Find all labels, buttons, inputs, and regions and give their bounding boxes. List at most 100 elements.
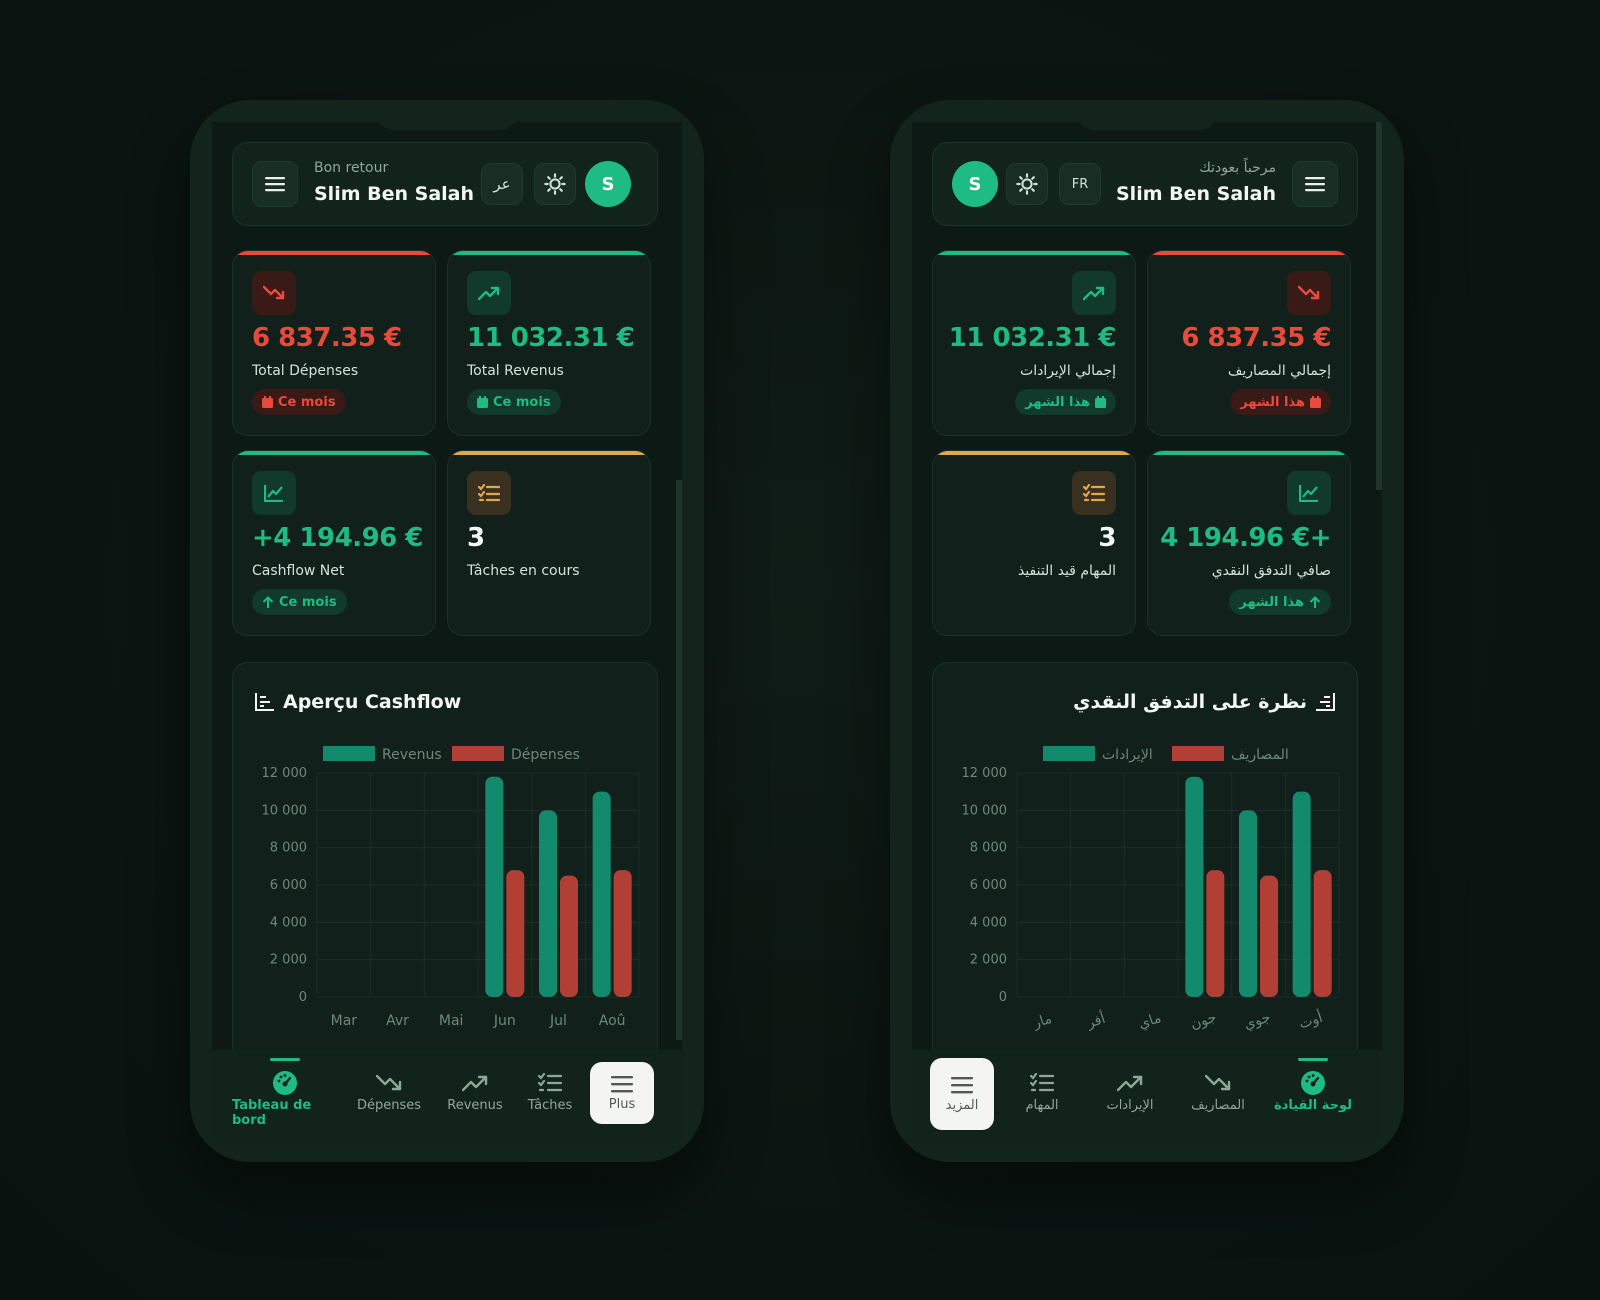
period-badge: Ce mois (252, 389, 346, 415)
calendar-icon (262, 396, 273, 408)
nav-item-tasks[interactable]: المهام (1012, 1068, 1072, 1132)
chart-title: نظرة على التدفق النقدي (1073, 691, 1335, 713)
cashflow-card[interactable]: +4 194.96 € Cashflow Net Ce mois (232, 450, 436, 636)
sun-icon (1016, 173, 1038, 195)
x-tick-label: جون (1189, 1010, 1219, 1033)
app-header: Bon retour Slim Ben Salah عر S (232, 142, 658, 226)
revenue-value: 11 032.31 € (948, 323, 1117, 353)
nav-item-dashboard[interactable]: Tableau de bord (232, 1058, 338, 1132)
scrollbar[interactable] (1376, 122, 1382, 490)
legend-swatch (452, 746, 504, 761)
period-badge-label: هذا الشهر (1025, 394, 1090, 410)
expenses-value: 6 837.35 € (1181, 323, 1331, 353)
bar-chart-icon (1316, 693, 1335, 711)
hamburger-icon (1305, 177, 1325, 192)
user-avatar[interactable]: S (952, 161, 998, 207)
greeting-text: مرحباً بعودتك (1199, 160, 1276, 176)
bar-chart-icon (255, 693, 274, 711)
phone-notch (376, 100, 518, 130)
chart-title-text: Aperçu Cashflow (283, 691, 462, 713)
legend-swatch (323, 746, 375, 761)
scrollbar[interactable] (676, 480, 682, 1040)
bar-expense (1260, 875, 1278, 997)
nav-item-revenue[interactable]: Revenus (440, 1068, 510, 1132)
cashflow-chart-card: نظرة على التدفق النقدي 0 2 000 4 000 6 000 8… (932, 662, 1358, 1082)
cashflow-label: صافي التدفق النقدي (1211, 563, 1331, 579)
nav-label: Revenus (447, 1098, 503, 1113)
revenue-label: إجمالي الإيرادات (1020, 363, 1116, 379)
y-tick-label: 0 (999, 990, 1007, 1005)
revenue-label: Total Revenus (467, 363, 564, 379)
trending-up-icon (1117, 1075, 1143, 1092)
theme-toggle-button[interactable] (534, 163, 576, 205)
nav-label: المهام (1025, 1098, 1059, 1113)
nav-item-more[interactable]: Plus (590, 1062, 654, 1124)
expenses-card[interactable]: 6 837.35 € Total Dépenses Ce mois (232, 250, 436, 436)
task-list-icon (1072, 471, 1116, 515)
language-toggle-button[interactable]: عر (481, 163, 523, 205)
trending-up-icon (1072, 271, 1116, 315)
period-badge: Ce mois (252, 589, 347, 615)
cashflow-chart-card: Aperçu Cashflow 0 2 000 4 000 6 000 8 000 10 … (232, 662, 658, 1082)
card-accent-bar (448, 251, 650, 255)
legend-label: المصاريف (1231, 747, 1289, 763)
bar-revenue (1239, 810, 1257, 997)
nav-item-dashboard[interactable]: لوحة القيادة (1270, 1058, 1356, 1132)
bar-expense (1313, 870, 1332, 997)
nav-label: Dépenses (356, 1098, 422, 1113)
y-tick-label: 4 000 (970, 915, 1007, 930)
user-name: Slim Ben Salah (314, 183, 474, 205)
calendar-icon (477, 396, 488, 408)
gauge-icon (1301, 1071, 1325, 1095)
card-accent-bar (233, 451, 435, 455)
card-accent-bar (1148, 251, 1350, 255)
nav-item-expenses[interactable]: Dépenses (354, 1068, 424, 1132)
y-tick-label: 12 000 (962, 766, 1008, 781)
revenue-card[interactable]: 11 032.31 € Total Revenus Ce mois (447, 250, 651, 436)
tasks-value: 3 (467, 523, 485, 553)
bar-revenue (539, 810, 557, 997)
cashflow-value: 4 194.96 €+ (1160, 523, 1331, 553)
expenses-card[interactable]: 6 837.35 € إجمالي المصاريف هذا الشهر (1147, 250, 1351, 436)
menu-button[interactable] (1292, 161, 1338, 207)
user-avatar[interactable]: S (585, 161, 631, 207)
chart-title-text: نظرة على التدفق النقدي (1073, 691, 1307, 713)
tasks-card[interactable]: 3 المهام قيد التنفيذ (932, 450, 1136, 636)
phone-notch (1076, 100, 1218, 130)
y-tick-label: 2 000 (270, 953, 307, 968)
x-tick-label: أفر (1084, 1009, 1108, 1032)
legend-swatch (1043, 746, 1095, 761)
bar-expense (1206, 870, 1225, 997)
nav-item-tasks[interactable]: Tâches (520, 1068, 580, 1132)
nav-label: Plus (608, 1096, 636, 1112)
trending-up-icon (467, 271, 511, 315)
period-badge: هذا الشهر (1015, 389, 1116, 415)
theme-toggle-button[interactable] (1006, 163, 1048, 205)
nav-item-revenue[interactable]: الإيرادات (1090, 1068, 1170, 1132)
period-badge-label: Ce mois (278, 394, 336, 410)
y-tick-label: 2 000 (970, 953, 1007, 968)
user-name: Slim Ben Salah (1116, 183, 1276, 205)
x-tick-label: Mai (439, 1013, 464, 1029)
y-tick-label: 6 000 (970, 878, 1007, 893)
trending-down-icon (376, 1074, 402, 1091)
nav-item-expenses[interactable]: المصاريف (1178, 1068, 1258, 1132)
bottom-navigation: المزيد المهام الإيرادات المصاريف لوحة ال… (912, 1050, 1382, 1140)
period-badge-label: هذا الشهر (1240, 394, 1305, 410)
card-accent-bar (1148, 451, 1350, 455)
menu-button[interactable] (252, 161, 298, 207)
line-chart-icon (252, 471, 296, 515)
nav-item-more[interactable]: المزيد (930, 1058, 994, 1130)
bar-revenue (485, 776, 504, 997)
tasks-card[interactable]: 3 Tâches en cours (447, 450, 651, 636)
cashflow-card[interactable]: 4 194.96 €+ صافي التدفق النقدي هذا الشهر (1147, 450, 1351, 636)
card-accent-bar (933, 451, 1135, 455)
calendar-icon (1310, 396, 1321, 408)
active-indicator (1298, 1058, 1328, 1061)
y-tick-label: 0 (299, 990, 307, 1005)
trending-down-icon (1287, 271, 1331, 315)
revenue-card[interactable]: 11 032.31 € إجمالي الإيرادات هذا الشهر (932, 250, 1136, 436)
hamburger-icon (951, 1076, 973, 1093)
period-badge-label: Ce mois (279, 594, 337, 610)
language-toggle-button[interactable]: FR (1059, 163, 1101, 205)
